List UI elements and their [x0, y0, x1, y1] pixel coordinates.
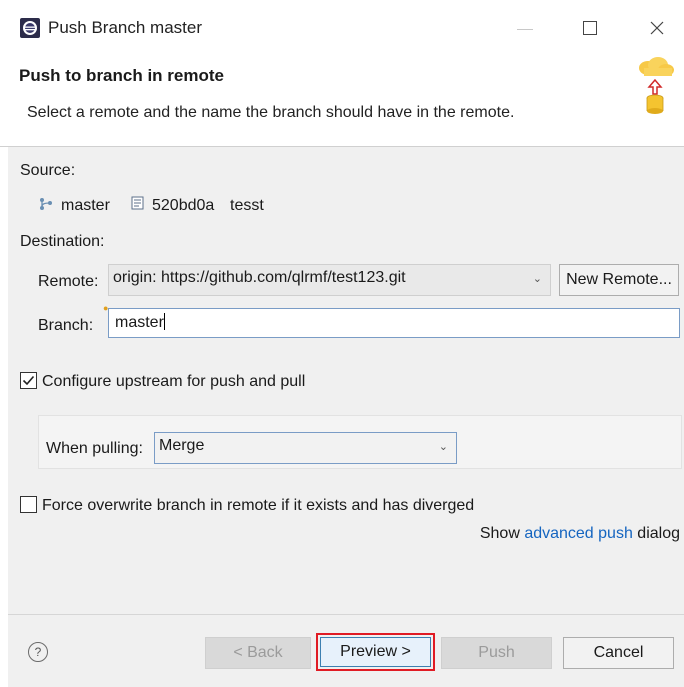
close-button[interactable]: [637, 12, 677, 44]
help-icon[interactable]: ?: [28, 642, 48, 662]
title-bar: Push Branch master: [0, 0, 684, 56]
when-pulling-value: Merge: [159, 437, 205, 454]
branch-input[interactable]: master: [108, 308, 680, 338]
source-branch: master: [61, 197, 110, 214]
preview-highlight: Preview >: [316, 633, 435, 671]
when-pulling-select[interactable]: Merge ⌄: [154, 432, 457, 464]
upstream-checkbox[interactable]: [20, 372, 37, 389]
cancel-button[interactable]: Cancel: [563, 637, 674, 669]
source-commit-message: tesst: [230, 197, 264, 214]
close-icon: [650, 21, 664, 35]
source-commit-id: 520bd0a: [152, 197, 215, 214]
advanced-push-text: Show advanced push dialog: [480, 525, 680, 543]
remote-select-value: origin: https://github.com/qlrmf/test123…: [113, 269, 406, 286]
commit-icon: [131, 196, 144, 210]
push-to-cloud-icon: [639, 57, 674, 114]
force-overwrite-checkbox[interactable]: [20, 496, 37, 513]
page-title: Push to branch in remote: [19, 66, 224, 85]
window-title: Push Branch master: [48, 18, 203, 37]
branch-input-value: master: [115, 314, 164, 331]
text-cursor: [163, 313, 165, 330]
source-label: Source:: [20, 162, 76, 179]
wizard-footer: ? < Back Preview > Push Cancel: [8, 614, 684, 687]
force-overwrite-label[interactable]: Force overwrite branch in remote if it e…: [42, 497, 474, 515]
branch-icon: [40, 198, 52, 210]
minimize-button[interactable]: [507, 12, 543, 44]
page-description: Select a remote and the name the branch …: [27, 104, 515, 121]
upstream-options-group: When pulling: Merge ⌄: [38, 415, 682, 469]
wizard-header: Push to branch in remote Select a remote…: [0, 56, 684, 147]
advanced-push-link[interactable]: advanced push: [524, 525, 633, 542]
new-remote-button[interactable]: New Remote...: [559, 264, 679, 296]
maximize-button[interactable]: [572, 12, 608, 44]
when-pulling-label: When pulling:: [46, 440, 143, 457]
wizard-body: Source: master 520bd0a tesst Destination…: [8, 147, 684, 614]
branch-label: Branch:: [38, 317, 94, 334]
back-button[interactable]: < Back: [205, 637, 311, 669]
eclipse-app-icon: [20, 18, 40, 38]
remote-label: Remote:: [38, 273, 99, 290]
push-button[interactable]: Push: [441, 637, 552, 669]
destination-label: Destination:: [20, 233, 105, 250]
chevron-down-icon: ⌄: [438, 441, 448, 453]
chevron-down-icon: ⌄: [532, 273, 542, 285]
remote-select[interactable]: origin: https://github.com/qlrmf/test123…: [108, 264, 551, 296]
upstream-label[interactable]: Configure upstream for push and pull: [42, 373, 305, 391]
preview-button[interactable]: Preview >: [320, 637, 431, 667]
check-icon: [22, 375, 35, 386]
advanced-push-prefix: Show: [479, 525, 525, 542]
advanced-push-suffix: dialog: [632, 525, 680, 542]
